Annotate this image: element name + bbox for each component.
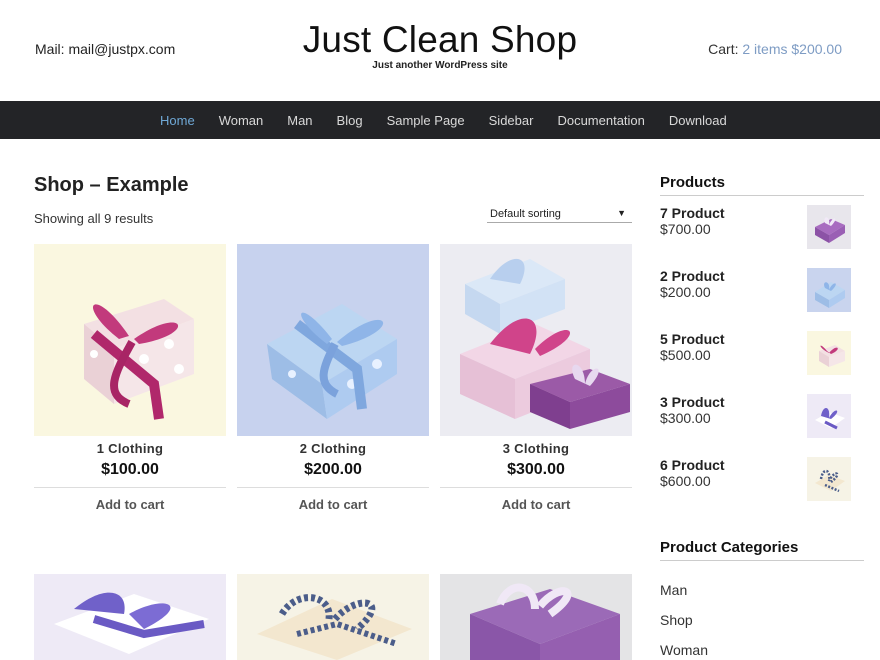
product-name[interactable]: 1 Clothing xyxy=(34,441,226,456)
gift-box-lavender-image xyxy=(34,574,226,660)
widget-product-price: $500.00 xyxy=(660,347,711,363)
widget-title-products: Products xyxy=(660,174,864,196)
nav-item-sidebar[interactable]: Sidebar xyxy=(489,113,534,128)
nav-item-download[interactable]: Download xyxy=(669,113,727,128)
site-tagline: Just another WordPress site xyxy=(372,60,508,71)
widget-product-item[interactable]: 5 Product $500.00 xyxy=(660,322,864,385)
product-name[interactable]: 3 Clothing xyxy=(440,441,632,456)
divider xyxy=(440,487,632,488)
widget-product-name[interactable]: 2 Product xyxy=(660,268,725,284)
nav-item-home[interactable]: Home xyxy=(160,113,195,128)
widget-product-thumb[interactable] xyxy=(807,205,851,249)
gift-box-stack-image xyxy=(440,244,632,436)
product-image[interactable] xyxy=(237,244,429,436)
widget-product-thumb[interactable] xyxy=(807,268,851,312)
widget-product-name[interactable]: 5 Product xyxy=(660,331,725,347)
category-link-woman[interactable]: Woman xyxy=(660,635,864,660)
nav-item-man[interactable]: Man xyxy=(287,113,312,128)
product-card xyxy=(237,574,429,660)
divider xyxy=(34,487,226,488)
widget-product-price: $700.00 xyxy=(660,221,711,237)
cart-label: Cart: xyxy=(708,41,739,57)
site-header: Mail: mail@justpx.com Just Clean Shop Ju… xyxy=(0,0,880,101)
add-to-cart-button[interactable]: Add to cart xyxy=(34,497,226,512)
product-image[interactable] xyxy=(34,574,226,660)
header-cart: Cart: 2 items $200.00 xyxy=(708,41,842,57)
page-title: Shop – Example xyxy=(34,174,189,196)
nav-item-sample-page[interactable]: Sample Page xyxy=(387,113,465,128)
chevron-down-icon: ▼ xyxy=(617,208,626,218)
sidebar-products-widget: Products 7 Product $700.00 2 Product $20… xyxy=(660,174,864,511)
nav-item-blog[interactable]: Blog xyxy=(337,113,363,128)
sort-value: Default sorting xyxy=(490,208,561,220)
product-card xyxy=(440,574,632,660)
product-card: 3 Clothing $300.00 Add to cart xyxy=(440,244,632,512)
widget-product-thumb[interactable] xyxy=(807,457,851,501)
widget-product-name[interactable]: 7 Product xyxy=(660,205,725,221)
nav-item-woman[interactable]: Woman xyxy=(219,113,264,128)
product-card xyxy=(34,574,226,660)
sidebar-categories-widget: Product Categories Man Shop Woman xyxy=(660,539,864,660)
product-image[interactable] xyxy=(440,244,632,436)
product-card: 2 Clothing $200.00 Add to cart xyxy=(237,244,429,512)
widget-product-thumb[interactable] xyxy=(807,331,851,375)
widget-product-name[interactable]: 6 Product xyxy=(660,457,725,473)
gift-box-pink-image xyxy=(34,244,226,436)
product-card: 1 Clothing $100.00 Add to cart xyxy=(34,244,226,512)
gift-box-gingham-image xyxy=(237,574,429,660)
category-link-shop[interactable]: Shop xyxy=(660,605,864,635)
cart-link[interactable]: 2 items $200.00 xyxy=(742,41,842,57)
gift-box-blue-image xyxy=(237,244,429,436)
add-to-cart-button[interactable]: Add to cart xyxy=(440,497,632,512)
result-count: Showing all 9 results xyxy=(34,211,154,226)
widget-product-price: $600.00 xyxy=(660,473,711,489)
product-name[interactable]: 2 Clothing xyxy=(237,441,429,456)
sort-select[interactable]: Default sorting ▼ xyxy=(487,207,632,223)
widget-title-categories: Product Categories xyxy=(660,539,864,561)
main-navigation: Home Woman Man Blog Sample Page Sidebar … xyxy=(0,101,880,139)
widget-product-item[interactable]: 3 Product $300.00 xyxy=(660,385,864,448)
add-to-cart-button[interactable]: Add to cart xyxy=(237,497,429,512)
widget-product-thumb[interactable] xyxy=(807,394,851,438)
nav-item-documentation[interactable]: Documentation xyxy=(557,113,644,128)
widget-product-price: $200.00 xyxy=(660,284,711,300)
product-price: $300.00 xyxy=(507,461,565,478)
divider xyxy=(237,487,429,488)
product-image[interactable] xyxy=(34,244,226,436)
widget-product-item[interactable]: 7 Product $700.00 xyxy=(660,196,864,259)
product-price: $100.00 xyxy=(101,461,159,478)
widget-product-item[interactable]: 6 Product $600.00 xyxy=(660,448,864,511)
widget-product-item[interactable]: 2 Product $200.00 xyxy=(660,259,864,322)
product-price: $200.00 xyxy=(304,461,362,478)
widget-product-name[interactable]: 3 Product xyxy=(660,394,725,410)
product-image[interactable] xyxy=(237,574,429,660)
product-image[interactable] xyxy=(440,574,632,660)
widget-product-price: $300.00 xyxy=(660,410,711,426)
gift-box-purple-image xyxy=(440,574,632,660)
category-link-man[interactable]: Man xyxy=(660,575,864,605)
